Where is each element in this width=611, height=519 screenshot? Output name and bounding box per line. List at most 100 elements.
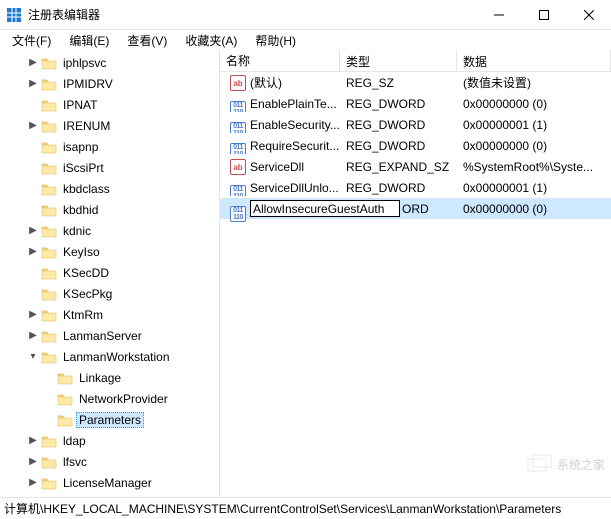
value-list: 名称 类型 数据 ab(默认)REG_SZ(数值未设置)011110Enable… (220, 50, 611, 497)
tree-node[interactable]: iScsiPrt (2, 157, 219, 178)
tree-node-label: lfsvc (60, 454, 90, 470)
tree-expander-icon[interactable]: ▶ (26, 245, 40, 259)
col-header-type[interactable]: 类型 (340, 50, 457, 71)
tree-node[interactable]: KSecDD (2, 262, 219, 283)
list-row[interactable]: ab(默认)REG_SZ(数值未设置) (220, 72, 611, 93)
menu-view[interactable]: 查看(V) (119, 30, 175, 51)
col-header-data[interactable]: 数据 (457, 50, 611, 71)
tree-node[interactable]: IPNAT (2, 94, 219, 115)
folder-icon (57, 413, 73, 427)
list-row[interactable]: 011110EnablePlainTe...REG_DWORD0x0000000… (220, 93, 611, 114)
folder-icon (57, 371, 73, 385)
menubar: 文件(F) 编辑(E) 查看(V) 收藏夹(A) 帮助(H) (0, 30, 611, 50)
tree-node[interactable]: ▶kdnic (2, 220, 219, 241)
tree-node-label: LanmanServer (60, 328, 145, 344)
statusbar-path: 计算机\HKEY_LOCAL_MACHINE\SYSTEM\CurrentCon… (4, 500, 561, 517)
reg-binary-icon: 011110 (230, 122, 246, 133)
folder-icon (41, 98, 57, 112)
tree-expander-icon[interactable]: ▶ (26, 77, 40, 91)
tree-expander-icon[interactable] (26, 98, 40, 112)
tree-node[interactable]: ▶LicenseManager (2, 472, 219, 493)
tree-node[interactable]: ▶ lfsvc (2, 451, 219, 472)
rename-input[interactable] (250, 200, 400, 217)
tree-expander-icon[interactable]: ▶ (26, 476, 40, 490)
menu-help[interactable]: 帮助(H) (247, 30, 304, 51)
window-controls (476, 0, 611, 29)
tree-expander-icon[interactable] (26, 161, 40, 175)
tree-node-label: NetworkProvider (76, 391, 171, 407)
tree-node-label: iphlpsvc (60, 55, 109, 71)
tree-node[interactable]: ▶ LanmanServer (2, 325, 219, 346)
cell-data: 0x00000000 (0) (457, 202, 611, 216)
registry-tree[interactable]: ▶ iphlpsvc ▶IPMIDRVIPNAT ▶ IRENUM isapnp iScsi… (0, 50, 220, 497)
tree-node[interactable]: Parameters (2, 409, 219, 430)
cell-data: 0x00000000 (0) (457, 97, 611, 111)
close-button[interactable] (566, 0, 611, 29)
folder-icon (41, 140, 57, 154)
list-row[interactable]: 011110ORD0x00000000 (0) (220, 198, 611, 219)
tree-node[interactable]: lltdio (2, 493, 219, 497)
tree-node[interactable]: ▶ iphlpsvc (2, 52, 219, 73)
menu-favorites[interactable]: 收藏夹(A) (177, 30, 245, 51)
tree-expander-icon[interactable] (26, 266, 40, 280)
tree-expander-icon[interactable]: ▾ (26, 350, 40, 364)
list-row[interactable]: 011110EnableSecurity...REG_DWORD0x000000… (220, 114, 611, 135)
tree-node[interactable]: isapnp (2, 136, 219, 157)
folder-icon (41, 119, 57, 133)
tree-node[interactable]: ▶KeyIso (2, 241, 219, 262)
tree-node[interactable]: KSecPkg (2, 283, 219, 304)
tree-expander-icon[interactable] (42, 371, 56, 385)
menu-file[interactable]: 文件(F) (4, 30, 59, 51)
cell-type: REG_DWORD (340, 97, 457, 111)
list-body[interactable]: ab(默认)REG_SZ(数值未设置)011110EnablePlainTe..… (220, 72, 611, 497)
tree-expander-icon[interactable] (26, 497, 40, 498)
cell-data: 0x00000001 (1) (457, 118, 611, 132)
tree-expander-icon[interactable]: ▶ (26, 56, 40, 70)
folder-icon (41, 224, 57, 238)
tree-node[interactable]: NetworkProvider (2, 388, 219, 409)
reg-binary-icon: 011110 (230, 185, 246, 196)
list-row[interactable]: 011110RequireSecurit...REG_DWORD0x000000… (220, 135, 611, 156)
tree-node[interactable]: kbdhid (2, 199, 219, 220)
folder-icon (41, 476, 57, 490)
tree-expander-icon[interactable]: ▶ (26, 224, 40, 238)
tree-expander-icon[interactable] (26, 182, 40, 196)
minimize-button[interactable] (476, 0, 521, 29)
tree-expander-icon[interactable] (26, 203, 40, 217)
menu-edit[interactable]: 编辑(E) (61, 30, 117, 51)
tree-node[interactable]: ▶ IRENUM (2, 115, 219, 136)
maximize-button[interactable] (521, 0, 566, 29)
cell-data: 0x00000001 (1) (457, 181, 611, 195)
tree-node-label: Linkage (76, 370, 124, 386)
tree-node-label: LanmanWorkstation (60, 349, 173, 365)
tree-node-label: isapnp (60, 139, 101, 155)
tree-expander-icon[interactable] (42, 413, 56, 427)
list-row[interactable]: abServiceDllREG_EXPAND_SZ%SystemRoot%\Sy… (220, 156, 611, 177)
tree-expander-icon[interactable]: ▶ (26, 329, 40, 343)
tree-node[interactable]: ▶IPMIDRV (2, 73, 219, 94)
window-title: 注册表编辑器 (28, 6, 476, 23)
tree-expander-icon[interactable]: ▶ (26, 455, 40, 469)
folder-icon (41, 497, 57, 498)
list-row[interactable]: 011110ServiceDllUnlo...REG_DWORD0x000000… (220, 177, 611, 198)
tree-expander-icon[interactable] (42, 392, 56, 406)
tree-node-label: lltdio (60, 496, 91, 498)
folder-icon (41, 77, 57, 91)
tree-expander-icon[interactable] (26, 140, 40, 154)
folder-icon (57, 392, 73, 406)
tree-node-label: IRENUM (60, 118, 113, 134)
cell-name: (默认) (250, 74, 282, 91)
tree-expander-icon[interactable] (26, 287, 40, 301)
tree-expander-icon[interactable]: ▶ (26, 119, 40, 133)
tree-node[interactable]: kbdclass (2, 178, 219, 199)
tree-expander-icon[interactable]: ▶ (26, 308, 40, 322)
folder-icon (41, 245, 57, 259)
tree-node[interactable]: Linkage (2, 367, 219, 388)
tree-expander-icon[interactable]: ▶ (26, 434, 40, 448)
tree-node[interactable]: ▶KtmRm (2, 304, 219, 325)
tree-node[interactable]: ▾ LanmanWorkstation (2, 346, 219, 367)
col-header-name[interactable]: 名称 (220, 50, 340, 71)
cell-name: RequireSecurit... (250, 139, 339, 153)
folder-icon (41, 287, 57, 301)
tree-node[interactable]: ▶ldap (2, 430, 219, 451)
